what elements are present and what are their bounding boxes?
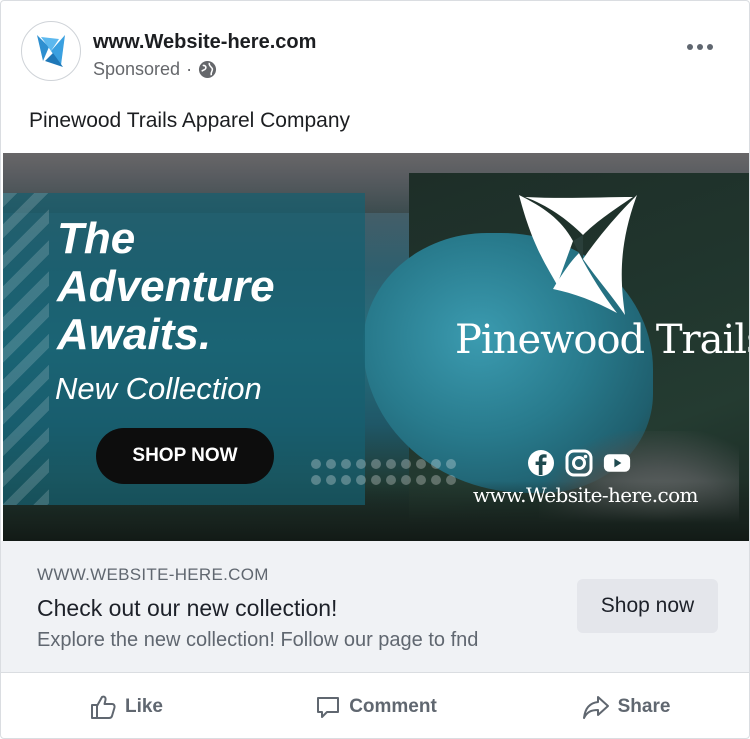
sponsored-label[interactable]: Sponsored [93, 59, 180, 80]
ad-shop-now-button[interactable]: SHOP NOW [96, 428, 274, 484]
like-button[interactable]: Like [1, 674, 251, 738]
pinewood-logo-icon [519, 195, 637, 315]
action-bar: Like Comment Share [1, 674, 749, 738]
ad-url: www.Website-here.com [473, 483, 698, 507]
more-options-icon[interactable] [681, 31, 719, 63]
post-meta: Sponsored · [93, 59, 217, 80]
share-label: Share [617, 696, 671, 717]
post-caption: Pinewood Trails Apparel Company [29, 109, 351, 132]
facebook-icon [527, 449, 555, 477]
globe-icon[interactable] [198, 60, 217, 79]
ad-brand-name: Pinewood Trails [455, 317, 749, 363]
ad-subheadline: New Collection [55, 371, 262, 406]
link-description: Explore the new collection! Follow our p… [37, 629, 479, 651]
ad-stripes [3, 193, 49, 505]
comment-button[interactable]: Comment [251, 674, 501, 738]
ad-headline-line: The [57, 214, 136, 263]
pinewood-logo-icon [37, 35, 65, 67]
share-button[interactable]: Share [501, 674, 749, 738]
ad-headline-line: Awaits. [57, 310, 212, 359]
page-name[interactable]: www.Website-here.com [93, 31, 316, 54]
shop-now-button[interactable]: Shop now [577, 579, 718, 633]
comment-label: Comment [349, 696, 437, 717]
meta-separator: · [186, 59, 193, 79]
page-avatar[interactable] [21, 21, 81, 81]
thumbs-up-icon [90, 695, 116, 719]
link-title[interactable]: Check out our new collection! [37, 595, 337, 622]
ad-social-icons [527, 449, 631, 477]
ad-headline-line: Adventure [57, 262, 275, 311]
share-icon [582, 696, 609, 719]
link-preview[interactable]: WWW.WEBSITE-HERE.COM Check out our new c… [1, 541, 749, 673]
youtube-icon [603, 449, 631, 477]
sponsored-post: www.Website-here.com Sponsored · Pinewoo… [0, 0, 750, 739]
like-label: Like [124, 696, 164, 717]
ad-image[interactable]: The Adventure Awaits. New Collection SHO… [3, 153, 749, 541]
comment-icon [317, 697, 340, 718]
decorative-dots [311, 459, 457, 489]
post-header: www.Website-here.com Sponsored · [1, 1, 749, 101]
instagram-icon [565, 449, 593, 477]
link-domain: WWW.WEBSITE-HERE.COM [37, 565, 269, 584]
ad-headline: The Adventure Awaits. [57, 215, 357, 359]
